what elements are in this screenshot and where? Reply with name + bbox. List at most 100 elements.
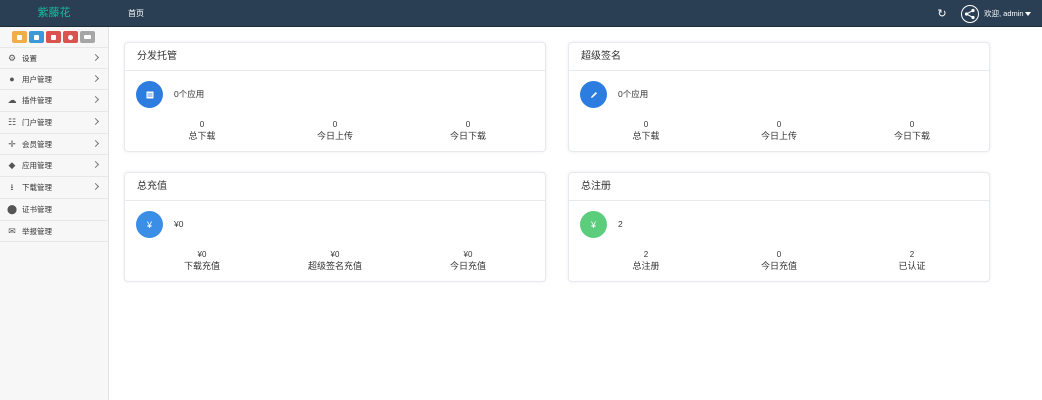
stat-value: 0 bbox=[643, 120, 649, 129]
stat-value: 0 bbox=[776, 250, 782, 259]
sidebar-item-label: 下载管理 bbox=[22, 183, 52, 193]
trash-icon[interactable] bbox=[46, 31, 61, 43]
brand-logo[interactable]: 紫藤花 bbox=[0, 0, 108, 27]
sidebar-item-apps[interactable]: ◆ 应用管理 bbox=[0, 155, 108, 178]
certificate-icon: ⬤ bbox=[7, 203, 18, 214]
sidebar-item-label: 应用管理 bbox=[22, 161, 52, 171]
sidebar-item-downloads[interactable]: ⭳ 下载管理 bbox=[0, 177, 108, 199]
stat-total-registrations: 2 总注册 bbox=[581, 250, 711, 272]
panel-divider bbox=[569, 70, 989, 71]
nav-home-link[interactable]: 首页 bbox=[128, 0, 144, 27]
chevron-right-icon bbox=[91, 161, 100, 169]
stat-today-downloads: 0 今日下载 bbox=[847, 120, 977, 142]
sidebar-menu: ⚙ 设置 ● 用户管理 ☁ 插件管理 ☷ 门户管理 ✛ 会员管理 ◆ 应用管理 bbox=[0, 47, 108, 243]
stat-total-downloads: 0 总下载 bbox=[137, 120, 267, 142]
stat-download-recharge: ¥0 下载充值 bbox=[137, 250, 267, 272]
sidebar-item-label: 会员管理 bbox=[22, 139, 52, 149]
stat-today-uploads: 0 今日上传 bbox=[714, 120, 844, 142]
sidebar-item-users[interactable]: ● 用户管理 bbox=[0, 69, 108, 91]
chevron-right-icon bbox=[91, 53, 100, 62]
stat-label: 今日下载 bbox=[893, 131, 930, 141]
stat-label: 今日上传 bbox=[760, 131, 797, 141]
sidebar-item-label: 门户管理 bbox=[22, 118, 52, 128]
caret-down-icon bbox=[1024, 12, 1031, 17]
android-icon: ◆ bbox=[8, 160, 16, 171]
app-count: 0个应用 bbox=[618, 89, 649, 99]
stat-today-uploads: 0 今日上传 bbox=[270, 120, 400, 142]
stat-super-sign-recharge: ¥0 超级签名充值 bbox=[270, 250, 400, 272]
panel-title: 分发托管 bbox=[137, 51, 177, 62]
panel-title: 超级签名 bbox=[581, 51, 621, 62]
stat-value: ¥0 bbox=[463, 250, 473, 259]
download-icon: ⭳ bbox=[10, 182, 14, 193]
stat-total-downloads: 0 总下载 bbox=[581, 120, 711, 142]
top-navbar: 紫藤花 首页 ↻ 欢迎, admin bbox=[0, 0, 1042, 27]
yen-icon: ¥ bbox=[136, 211, 163, 238]
gears-icon: ⚙ bbox=[7, 53, 17, 63]
panel-divider bbox=[569, 200, 989, 201]
stat-label: 超级签名充值 bbox=[307, 261, 362, 271]
stat-value: 0 bbox=[199, 120, 205, 129]
registration-count: 2 bbox=[618, 219, 623, 229]
stat-label: 下载充值 bbox=[183, 261, 220, 271]
envelope-open-icon: ✉ bbox=[8, 225, 16, 236]
sidebar-item-members[interactable]: ✛ 会员管理 bbox=[0, 134, 108, 156]
sidebar: ⚙ 设置 ● 用户管理 ☁ 插件管理 ☷ 门户管理 ✛ 会员管理 ◆ 应用管理 bbox=[0, 27, 109, 400]
chevron-right-icon bbox=[91, 118, 100, 126]
panel-total-registrations: 总注册 ¥ 2 2 总注册 0 今日充值 2 已认证 bbox=[568, 172, 990, 282]
users-icon: ● bbox=[9, 73, 15, 84]
panel-title: 总充值 bbox=[137, 181, 167, 192]
stat-label: 总注册 bbox=[632, 261, 660, 271]
stat-today-recharge: ¥0 今日充值 bbox=[403, 250, 533, 272]
panel-super-sign: 超级签名 0个应用 0 总下载 0 今日上传 0 今日下载 bbox=[568, 42, 990, 152]
welcome-text: 欢迎, admin bbox=[984, 9, 1024, 18]
stat-today-downloads: 0 今日下载 bbox=[403, 120, 533, 142]
stat-value: 0 bbox=[332, 120, 338, 129]
quick-buttons bbox=[12, 31, 95, 43]
sidebar-item-label: 插件管理 bbox=[22, 96, 52, 106]
panel-divider bbox=[125, 70, 545, 71]
user-menu[interactable]: 欢迎, admin bbox=[984, 0, 1031, 27]
sidebar-item-portal[interactable]: ☷ 门户管理 bbox=[0, 112, 108, 134]
sidebar-item-reports[interactable]: ✉ 举报管理 bbox=[0, 221, 108, 243]
grid-icon: ☷ bbox=[7, 117, 17, 128]
home-icon[interactable] bbox=[12, 31, 27, 43]
panel-divider bbox=[125, 200, 545, 201]
stat-value: 2 bbox=[909, 250, 915, 259]
chevron-right-icon bbox=[91, 74, 100, 82]
stat-label: 总下载 bbox=[632, 131, 660, 141]
panel-total-recharge: 总充值 ¥ ¥0 ¥0 下载充值 ¥0 超级签名充值 ¥0 今日充值 bbox=[124, 172, 546, 282]
sidebar-item-label: 证书管理 bbox=[22, 204, 52, 214]
sidebar-item-plugins[interactable]: ☁ 插件管理 bbox=[0, 90, 108, 113]
sidebar-item-label: 用户管理 bbox=[22, 74, 52, 84]
arrows-icon: ✛ bbox=[8, 138, 16, 149]
stat-label: 今日充值 bbox=[760, 261, 797, 271]
gear-icon[interactable] bbox=[63, 31, 78, 43]
stat-value: 2 bbox=[643, 250, 649, 259]
yen-icon: ¥ bbox=[580, 211, 607, 238]
sidebar-item-certificates[interactable]: ⬤ 证书管理 bbox=[0, 199, 108, 221]
stat-value: 0 bbox=[909, 120, 915, 129]
list-square-icon bbox=[136, 81, 163, 108]
refresh-icon[interactable]: ↻ bbox=[936, 8, 948, 20]
app-count: 0个应用 bbox=[174, 89, 205, 99]
stat-label: 总下载 bbox=[188, 131, 216, 141]
recharge-amount: ¥0 bbox=[174, 219, 184, 229]
stat-verified: 2 已认证 bbox=[847, 250, 977, 272]
stat-label: 今日下载 bbox=[449, 131, 486, 141]
stat-value: ¥0 bbox=[330, 250, 340, 259]
file-icon[interactable] bbox=[29, 31, 44, 43]
sidebar-item-settings[interactable]: ⚙ 设置 bbox=[0, 47, 108, 69]
cloud-icon: ☁ bbox=[7, 95, 17, 106]
chevron-right-icon bbox=[91, 96, 100, 104]
stat-label: 今日上传 bbox=[316, 131, 353, 141]
sidebar-item-label: 设置 bbox=[22, 54, 37, 63]
stat-label: 今日充值 bbox=[449, 261, 486, 271]
stat-value: 0 bbox=[776, 120, 782, 129]
sidebar-item-label: 举报管理 bbox=[22, 226, 52, 236]
list-icon[interactable] bbox=[80, 31, 95, 43]
share-nodes-icon[interactable] bbox=[961, 5, 979, 23]
panel-title: 总注册 bbox=[581, 181, 611, 192]
chevron-right-icon bbox=[91, 139, 100, 147]
stat-value: 0 bbox=[465, 120, 471, 129]
